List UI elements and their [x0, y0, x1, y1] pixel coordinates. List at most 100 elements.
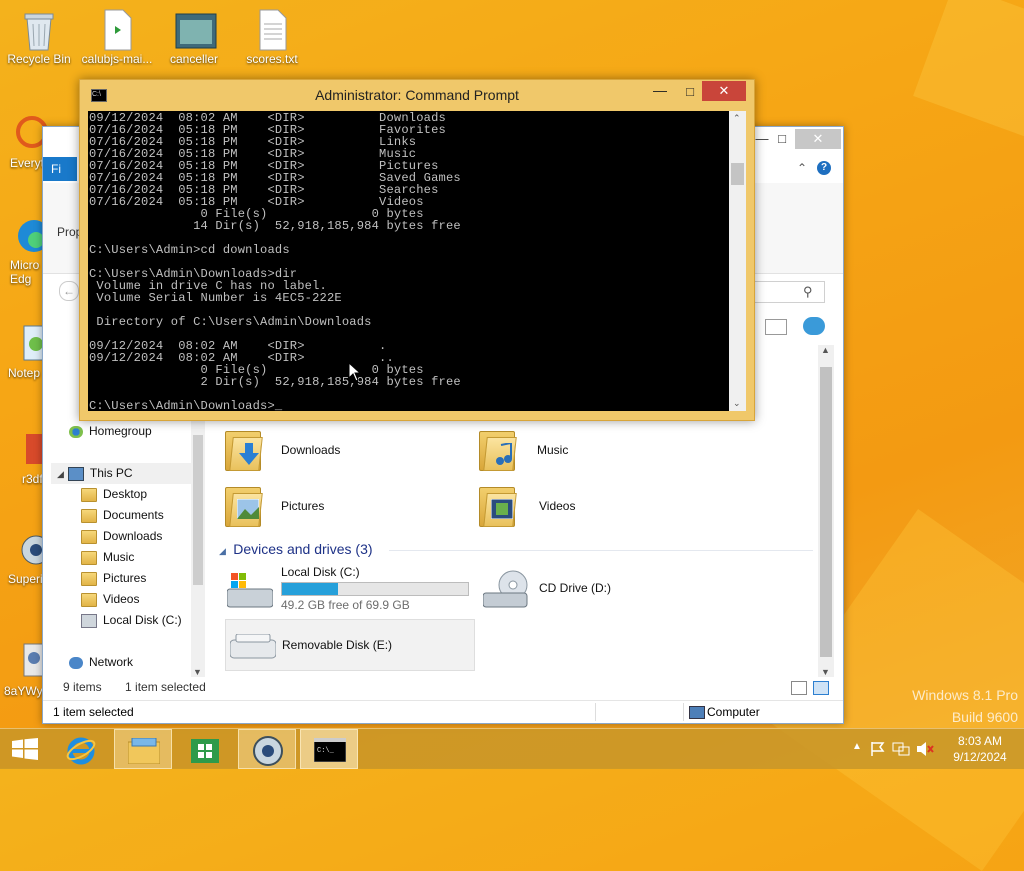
content-scroll-thumb[interactable] — [820, 367, 832, 657]
desktop-icon-recycle-bin[interactable]: Recycle Bin — [3, 8, 75, 66]
status-item-count: 9 items — [63, 680, 102, 694]
command-prompt-window[interactable]: C:\ Administrator: Command Prompt — □ ✕ … — [79, 79, 755, 421]
media-player-icon — [253, 736, 283, 766]
section-divider — [389, 550, 813, 551]
network-icon[interactable] — [892, 741, 910, 757]
folder-icon — [81, 529, 97, 544]
desktop-icon-canceller[interactable]: canceller — [158, 8, 230, 66]
nav-item-music[interactable]: Music — [51, 547, 191, 568]
drive-tile-d[interactable]: CD Drive (D:) — [479, 565, 729, 615]
clock-time: 8:03 AM — [957, 734, 1003, 748]
bottom-status-bar: 1 item selected Computer — [43, 700, 843, 723]
nav-item-desktop[interactable]: Desktop — [51, 484, 191, 505]
music-folder-icon — [479, 425, 517, 471]
watermark-edition: Windows 8.1 Pro — [912, 687, 1018, 703]
back-button[interactable]: ← — [59, 281, 79, 301]
details-view-toggle[interactable] — [791, 681, 807, 695]
store-icon — [191, 739, 219, 763]
folder-tile-videos[interactable]: Videos — [479, 481, 719, 531]
nav-item-label: Desktop — [103, 487, 148, 501]
clock[interactable]: 8:03 AM 9/12/2024 — [940, 733, 1020, 765]
cmd-scroll-thumb[interactable] — [731, 163, 744, 185]
wallpaper-shape — [913, 0, 1024, 137]
file-explorer-icon — [128, 738, 160, 764]
show-hidden-icons-icon[interactable]: ▲ — [852, 741, 862, 752]
nav-item-downloads[interactable]: Downloads — [51, 526, 191, 547]
collapse-arrow-icon[interactable]: ◢ — [57, 469, 64, 479]
homegroup-icon — [69, 425, 83, 438]
drive-label: Removable Disk (E:) — [282, 638, 393, 652]
content-pane: Downloads Music Pictures Videos ◢ Device… — [205, 407, 815, 677]
taskbar-file-explorer[interactable] — [114, 729, 172, 769]
nav-scroll-down-icon[interactable]: ▼ — [193, 667, 202, 677]
explorer-status-row: 9 items 1 item selected — [63, 680, 206, 694]
cmd-console[interactable]: 09/12/2024 08:02 AM <DIR> Downloads 07/1… — [88, 111, 729, 411]
collapse-arrow-icon[interactable]: ◢ — [219, 546, 226, 556]
search-box[interactable] — [753, 281, 825, 303]
nav-item-label: Network — [89, 655, 134, 669]
clock-date: 9/12/2024 — [953, 750, 1007, 764]
nav-scrollbar[interactable]: ▼ — [191, 421, 205, 677]
ribbon-tab-file[interactable]: Fi — [43, 157, 77, 181]
desktop-icon-label: Recycle Bin — [7, 52, 71, 66]
devices-section-header[interactable]: ◢ Devices and drives (3) — [219, 541, 813, 561]
nav-item-network[interactable]: Network — [51, 652, 191, 673]
taskbar-media-app[interactable] — [238, 729, 296, 769]
removable-disk-icon — [229, 633, 277, 665]
folder-tile-music[interactable]: Music — [479, 425, 719, 475]
folder-label: Downloads — [281, 443, 341, 457]
cmd-maximize-button[interactable]: □ — [676, 82, 704, 102]
taskbar-store[interactable] — [176, 729, 234, 769]
windows-logo-icon — [12, 738, 38, 760]
folder-tile-downloads[interactable]: Downloads — [225, 425, 465, 475]
cmd-output: 09/12/2024 08:02 AM <DIR> Downloads 07/1… — [89, 111, 461, 411]
computer-icon — [689, 706, 705, 719]
nav-item-label: Music — [103, 550, 135, 564]
recycle-bin-icon — [19, 8, 59, 51]
folder-icon — [81, 487, 97, 502]
large-icons-view-toggle[interactable] — [813, 681, 829, 695]
nav-scroll-thumb[interactable] — [193, 435, 203, 585]
scroll-up-icon[interactable]: ⌃ — [733, 113, 741, 124]
app-window-icon — [174, 8, 217, 50]
desktop-icon-label: canceller — [169, 52, 219, 66]
downloads-folder-icon — [225, 425, 263, 471]
taskbar-command-prompt[interactable]: C:\_ — [300, 729, 358, 769]
desktop-icon-scores[interactable]: scores.txt — [236, 8, 308, 66]
nav-item-pictures[interactable]: Pictures — [51, 568, 191, 589]
nav-item-documents[interactable]: Documents — [51, 505, 191, 526]
volume-muted-icon[interactable] — [916, 741, 934, 757]
details-view-button[interactable] — [765, 319, 787, 335]
scroll-up-icon[interactable]: ▲ — [821, 345, 830, 355]
nav-item-this-pc[interactable]: ◢ This PC — [51, 463, 191, 484]
preview-icon[interactable] — [803, 317, 825, 335]
nav-item-homegroup[interactable]: Homegroup — [51, 421, 191, 442]
help-icon[interactable]: ? — [817, 161, 831, 175]
folder-tile-pictures[interactable]: Pictures — [225, 481, 465, 531]
command-prompt-icon: C:\_ — [314, 738, 346, 762]
cmd-minimize-button[interactable]: — — [646, 82, 674, 102]
cmd-scrollbar[interactable]: ⌃ ⌄ — [729, 111, 746, 411]
search-icon: ⚲ — [803, 284, 813, 299]
nav-item-label: Local Disk (C:) — [103, 613, 182, 627]
drive-tile-c[interactable]: Local Disk (C:) 49.2 GB free of 69.9 GB — [225, 565, 475, 615]
text-file-icon — [252, 8, 292, 51]
drive-label: Local Disk (C:) — [281, 565, 360, 579]
scroll-down-icon[interactable]: ⌄ — [733, 398, 741, 409]
taskbar-internet-explorer[interactable] — [52, 729, 110, 769]
start-button[interactable] — [0, 729, 50, 769]
ribbon-collapse-icon[interactable]: ⌃ — [797, 161, 807, 175]
maximize-button[interactable]: □ — [765, 129, 799, 149]
action-center-flag-icon[interactable] — [870, 741, 886, 757]
desktop-icon-file[interactable]: calubjs-mai... — [81, 8, 153, 66]
nav-item-label: Homegroup — [89, 424, 152, 438]
nav-item-videos[interactable]: Videos — [51, 589, 191, 610]
drive-tile-e[interactable]: Removable Disk (E:) — [225, 619, 475, 671]
content-scrollbar[interactable]: ▲ ▼ — [818, 345, 834, 677]
drive-free-text: 49.2 GB free of 69.9 GB — [281, 598, 410, 612]
drive-usage-fill — [282, 583, 338, 595]
scroll-down-icon[interactable]: ▼ — [821, 667, 830, 677]
close-button[interactable]: ✕ — [795, 129, 841, 149]
cmd-close-button[interactable]: ✕ — [702, 81, 746, 101]
nav-item-local-disk[interactable]: Local Disk (C:) — [51, 610, 191, 631]
